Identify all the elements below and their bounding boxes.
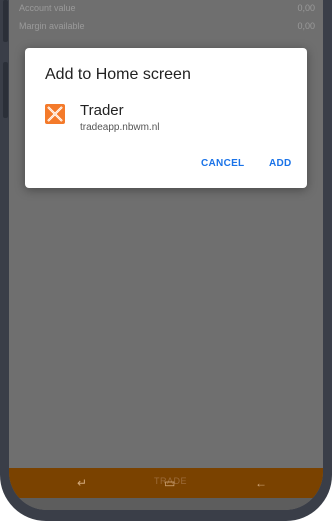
account-row-value: 0,00 (297, 3, 315, 13)
cancel-button[interactable]: CANCEL (201, 158, 244, 169)
account-row-label: Margin available (19, 21, 85, 31)
app-name: Trader (80, 102, 124, 119)
bottom-navigation-bar: ↵ TRADE ▭ ← (9, 468, 323, 498)
phone-side-button (3, 62, 8, 118)
back-arrow-icon[interactable]: ← (255, 476, 267, 490)
account-row-value: 0,00 (297, 21, 315, 31)
dialog-title: Add to Home screen (45, 66, 191, 83)
account-row: Margin available 0,00 (19, 21, 315, 35)
app-icon (45, 104, 65, 124)
add-button[interactable]: ADD (269, 158, 292, 169)
home-icon[interactable]: ▭ (164, 476, 175, 490)
bottom-strip (9, 498, 323, 510)
add-to-home-dialog: Add to Home screen Trader tradeapp.nbwm.… (25, 48, 307, 188)
account-row: Account value 0,00 (19, 3, 315, 17)
recent-apps-icon[interactable]: ↵ (77, 476, 87, 490)
phone-side-button (3, 0, 8, 42)
account-row-label: Account value (19, 3, 76, 13)
phone-frame: Account value 0,00 Margin available 0,00… (0, 0, 332, 521)
app-url: tradeapp.nbwm.nl (80, 122, 160, 133)
phone-screen: Account value 0,00 Margin available 0,00… (9, 0, 323, 510)
